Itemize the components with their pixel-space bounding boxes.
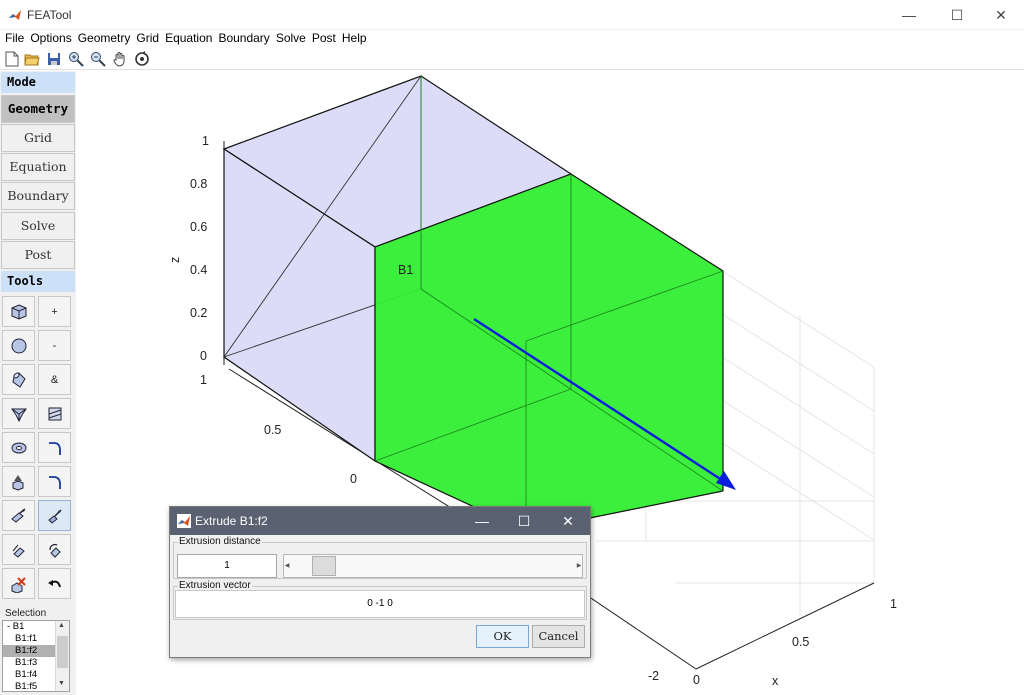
cube-tool-icon[interactable] (2, 296, 35, 327)
dialog-close-button[interactable]: ✕ (546, 507, 590, 535)
menu-help[interactable]: Help (339, 30, 370, 46)
sphere-tool-icon[interactable] (2, 330, 35, 361)
extrude-dialog: Extrude B1:f2 — ☐ ✕ Extrusion distance 1… (169, 506, 591, 658)
sidebar: Mode Geometry Grid Equation Boundary Sol… (0, 71, 76, 695)
slider-right-arrow-icon[interactable]: ▶ (576, 555, 582, 577)
z-tick-0-4: 0.4 (190, 263, 207, 277)
zoom-out-icon[interactable] (89, 50, 107, 68)
tools-header: Tools (1, 271, 75, 292)
section-plane-icon[interactable] (38, 398, 71, 429)
open-folder-icon[interactable] (23, 50, 41, 68)
close-button[interactable]: ✕ (978, 0, 1024, 30)
menu-post[interactable]: Post (309, 30, 339, 46)
menu-solve[interactable]: Solve (273, 30, 309, 46)
menu-boundary[interactable]: Boundary (215, 30, 272, 46)
mode-equation-button[interactable]: Equation (1, 153, 75, 181)
extrusion-distance-slider[interactable]: ◀ ▶ (283, 554, 583, 578)
selection-listbox[interactable]: - B1 B1:f1 B1:f2 B1:f3 B1:f4 B1:f5 ▲ ▼ (2, 620, 70, 692)
z-axis-label: z (168, 257, 182, 263)
rotate-face-icon[interactable] (38, 534, 71, 565)
window-titlebar: FEATool — ☐ ✕ (0, 0, 1024, 30)
menu-geometry[interactable]: Geometry (75, 30, 134, 46)
ok-button[interactable]: OK (476, 625, 529, 648)
menu-options[interactable]: Options (27, 30, 74, 46)
x-tick-0-5: 0.5 (792, 635, 809, 649)
menu-grid[interactable]: Grid (133, 30, 162, 46)
z-tick-1: 1 (202, 134, 209, 148)
cylinder-tool-icon[interactable] (2, 364, 35, 395)
extrude-face-icon[interactable] (38, 500, 71, 531)
slider-thumb[interactable] (312, 556, 336, 576)
selection-label: Selection (5, 608, 47, 619)
z-tick-0-2: 0.2 (190, 306, 207, 320)
window-title: FEATool (27, 8, 72, 22)
fillet-icon[interactable] (38, 432, 71, 463)
maximize-button[interactable]: ☐ (934, 0, 980, 30)
pan-hand-icon[interactable] (111, 50, 129, 68)
scroll-up-icon[interactable]: ▲ (58, 622, 65, 629)
combine-objects-icon[interactable] (2, 466, 35, 497)
menu-equation[interactable]: Equation (162, 30, 215, 46)
chamfer-icon[interactable] (38, 466, 71, 497)
menu-bar: File Options Geometry Grid Equation Boundary S… (0, 30, 1024, 48)
y-tick-0-5: 0.5 (264, 423, 281, 437)
matlab-app-icon (8, 8, 22, 22)
cancel-button[interactable]: Cancel (532, 625, 585, 648)
selection-scrollbar[interactable]: ▲ ▼ (55, 621, 69, 691)
mode-header: Mode (1, 72, 75, 93)
y-tick-1: 1 (200, 373, 207, 387)
toolbar (0, 48, 1024, 70)
extrusion-vector-input[interactable]: 0 -1 0 (175, 590, 585, 618)
z-tick-0-8: 0.8 (190, 177, 207, 191)
dialog-maximize-button[interactable]: ☐ (502, 507, 546, 535)
revolve-icon[interactable] (2, 534, 35, 565)
dialog-titlebar[interactable]: Extrude B1:f2 — ☐ ✕ (170, 507, 590, 535)
dialog-title: Extrude B1:f2 (195, 514, 268, 528)
extrude-icon[interactable] (2, 500, 35, 531)
extrusion-distance-input[interactable]: 1 (177, 554, 277, 578)
y-tick-0: 0 (350, 472, 357, 486)
face-b1-f2-highlighted[interactable] (374, 173, 724, 532)
z-tick-0-6: 0.6 (190, 220, 207, 234)
x-tick-minus-2: -2 (648, 669, 659, 683)
subtract-tool-button[interactable]: - (38, 330, 71, 361)
extrusion-distance-group: Extrusion distance 1 ◀ ▶ (173, 536, 587, 579)
scroll-down-icon[interactable]: ▼ (58, 680, 65, 687)
z-tick-0: 0 (200, 349, 207, 363)
cone-tool-icon[interactable] (2, 398, 35, 429)
extrusion-vector-group: Extrusion vector 0 -1 0 (173, 580, 587, 620)
undo-icon[interactable] (38, 568, 71, 599)
menu-file[interactable]: File (2, 30, 27, 46)
mode-solve-button[interactable]: Solve (1, 212, 75, 240)
intersect-tool-button[interactable]: & (38, 364, 71, 395)
torus-tool-icon[interactable] (2, 432, 35, 463)
minimize-button[interactable]: — (886, 0, 932, 30)
add-tool-button[interactable]: + (38, 296, 71, 327)
x-tick-0: 0 (693, 673, 700, 687)
slider-left-arrow-icon[interactable]: ◀ (284, 555, 290, 577)
object-label-b1: B1 (398, 263, 413, 277)
x-axis-label: x (772, 674, 779, 688)
mode-boundary-button[interactable]: Boundary (1, 182, 75, 210)
x-tick-1: 1 (890, 597, 897, 611)
extrusion-distance-label: Extrusion distance (178, 536, 262, 547)
matlab-dialog-icon (177, 514, 191, 528)
zoom-in-icon[interactable] (67, 50, 85, 68)
scroll-thumb[interactable] (57, 636, 68, 668)
dialog-minimize-button[interactable]: — (460, 507, 504, 535)
save-icon[interactable] (45, 50, 63, 68)
mode-geometry-button[interactable]: Geometry (1, 95, 75, 123)
rotate-icon[interactable] (133, 50, 151, 68)
mode-grid-button[interactable]: Grid (1, 124, 75, 152)
new-file-icon[interactable] (3, 50, 21, 68)
mode-post-button[interactable]: Post (1, 241, 75, 269)
delete-object-icon[interactable] (2, 568, 35, 599)
